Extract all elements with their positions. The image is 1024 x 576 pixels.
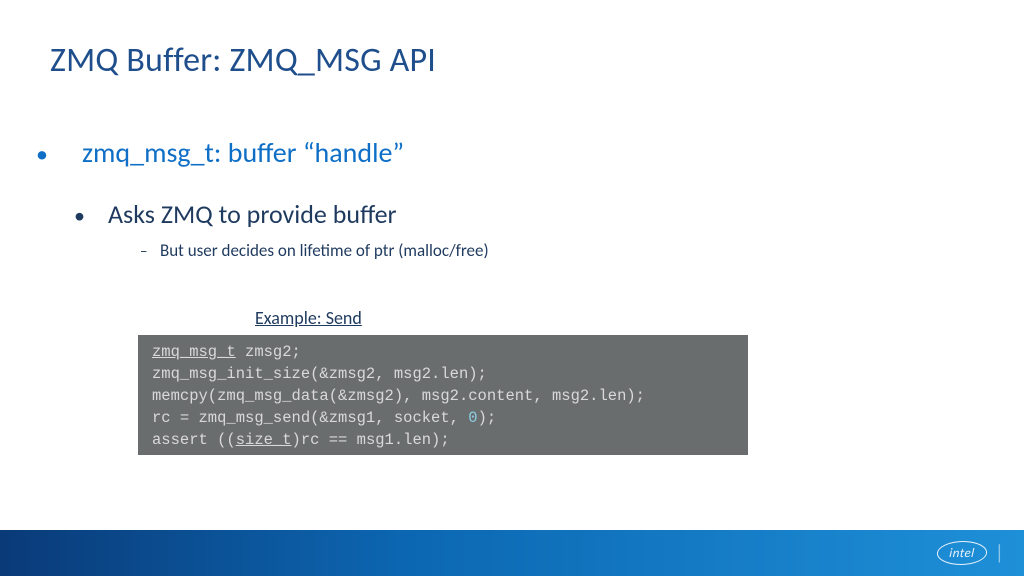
bullet-dash-icon: – <box>140 243 160 263</box>
bullet-level-3-text: But user decides on lifetime of ptr (mal… <box>160 240 489 261</box>
code-keyword: size_t <box>236 431 292 449</box>
code-keyword: zmq_msg_t <box>152 343 236 361</box>
bullet-level-1-text: zmq_msg_t: buffer “handle” <box>82 135 404 170</box>
bullet-level-2-text: Asks ZMQ to provide buffer <box>108 198 397 230</box>
code-text: zmsg2; <box>236 343 301 361</box>
code-block: zmq_msg_t zmsg2; zmq_msg_init_size(&zmsg… <box>138 335 748 455</box>
bullet-level-2: • Asks ZMQ to provide buffer <box>74 198 916 230</box>
example-label: Example: Send <box>255 307 362 329</box>
slide-title: ZMQ Buffer: ZMQ_MSG API <box>50 40 436 81</box>
intel-logo-oval-icon: intel <box>936 541 989 565</box>
bullet-level-3: – But user decides on lifetime of ptr (m… <box>140 240 916 263</box>
code-text: zmq_msg_init_size(&zmsg2, msg2.len); <box>152 365 487 383</box>
slide: ZMQ Buffer: ZMQ_MSG API • zmq_msg_t: buf… <box>0 0 1024 576</box>
footer-divider-icon: | <box>995 541 1004 565</box>
footer-bar: intel | <box>0 530 1024 576</box>
intel-logo: intel | <box>937 541 1004 565</box>
slide-body: • zmq_msg_t: buffer “handle” • Asks ZMQ … <box>36 135 916 263</box>
code-number: 0 <box>468 409 477 427</box>
code-text: assert (( <box>152 431 236 449</box>
code-text: rc = zmq_msg_send(&zmsg1, socket, <box>152 409 468 427</box>
code-text: )rc == msg1.len); <box>292 431 450 449</box>
code-text: ); <box>478 409 497 427</box>
code-text: memcpy(zmq_msg_data(&zmsg2), msg2.conten… <box>152 387 645 405</box>
bullet-dot-icon: • <box>74 205 108 227</box>
bullet-dot-icon: • <box>36 143 82 167</box>
bullet-level-1: • zmq_msg_t: buffer “handle” <box>36 135 916 170</box>
